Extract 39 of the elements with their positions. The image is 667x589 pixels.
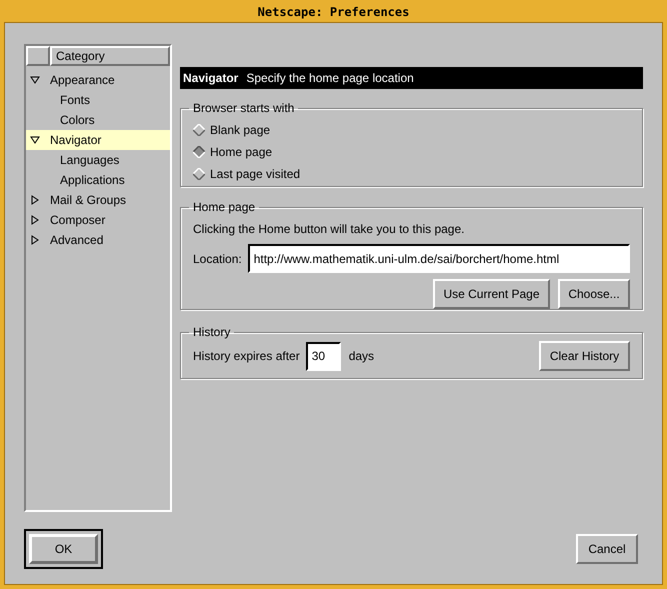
radio-label: Blank page [210,122,270,139]
push-button[interactable]: Clear History [539,341,630,371]
tree-item[interactable]: Colors [26,110,170,130]
field-label: History expires after [193,348,300,365]
tree-item[interactable]: Advanced [26,230,170,250]
field-label: days [348,348,374,365]
group-title: Browser starts with [192,100,296,117]
expanded-triangle-icon[interactable] [30,135,40,145]
group-title: History [192,324,232,341]
push-button[interactable]: OK [29,534,98,564]
push-button[interactable]: Use Current Page [433,279,550,309]
tree-item[interactable]: Appearance [26,70,170,90]
window-title: Netscape: Preferences [256,4,410,20]
header-cell [26,46,50,66]
column-header[interactable]: Category [50,46,170,66]
expanded-triangle-icon[interactable] [30,75,40,85]
description-text: Clicking the Home button will take you to this page. [193,221,466,238]
group-title: Home page [192,199,256,216]
radio-button[interactable] [193,146,205,158]
push-button[interactable]: Cancel [576,534,638,564]
tree-item[interactable]: Navigator [26,130,170,150]
collapsed-triangle-icon[interactable] [30,235,40,245]
days-field[interactable]: 30 [306,342,341,370]
radio-button[interactable] [193,168,205,180]
radio-button[interactable] [193,124,205,136]
tree-item[interactable]: Applications [26,170,170,190]
tree-item[interactable]: Fonts [26,90,170,110]
field-label: Location: [193,250,242,268]
tree-item[interactable]: Languages [26,150,170,170]
radio-label: Home page [210,144,272,161]
tree-item[interactable]: Mail & Groups [26,190,170,210]
radio-label: Last page visited [210,166,300,183]
collapsed-triangle-icon[interactable] [30,195,40,205]
push-button[interactable]: Choose... [558,279,630,309]
collapsed-triangle-icon[interactable] [30,215,40,225]
location-field[interactable]: http://www.mathematik.uni-ulm.de/sai/borchert/home.html [248,244,630,273]
panel-subtitle: Specify the home page location [246,70,414,87]
panel-title: Navigator [183,70,238,87]
tree-item[interactable]: Composer [26,210,170,230]
